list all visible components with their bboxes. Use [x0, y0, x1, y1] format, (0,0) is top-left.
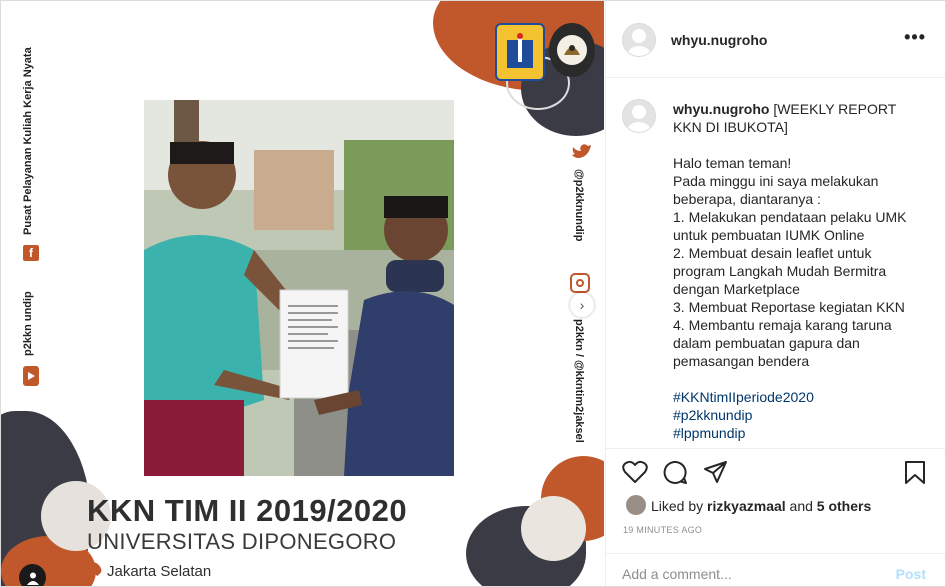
- caption-line: Pada minggu ini saya melakukan beberapa,…: [673, 173, 879, 207]
- comment-icon[interactable]: [663, 460, 688, 490]
- tagged-users-button[interactable]: [19, 564, 46, 586]
- post-username[interactable]: whyu.nugroho: [671, 32, 767, 48]
- headline: KKN TIM II 2019/2020: [87, 493, 408, 528]
- bottom-right-light-blob: [521, 496, 586, 561]
- timestamp[interactable]: 19 MINUTES AGO: [623, 525, 702, 535]
- caption-line: Halo teman teman!: [673, 155, 792, 171]
- undip-logo: [549, 23, 595, 77]
- youtube-icon: [23, 366, 39, 386]
- photo: [144, 100, 454, 476]
- more-options-icon[interactable]: •••: [904, 27, 926, 48]
- post-comment-button[interactable]: Post: [896, 566, 926, 582]
- liked-and: and: [789, 498, 813, 514]
- liked-by-prefix: Liked by: [651, 498, 704, 514]
- liked-by-user[interactable]: rizkyazmaal: [707, 498, 786, 514]
- subheadline: UNIVERSITAS DIPONEGORO: [87, 529, 397, 554]
- hashtag-link[interactable]: #KKNtimIIperiode2020: [673, 388, 923, 406]
- caption-username[interactable]: whyu.nugroho: [673, 101, 769, 117]
- location-text: Jakarta Selatan: [107, 563, 212, 580]
- liked-others[interactable]: 5 others: [817, 498, 871, 514]
- share-icon[interactable]: [703, 460, 728, 489]
- comment-input[interactable]: Add a comment...: [622, 566, 732, 582]
- right-vertical-text-2: p2kkn / @kkntim2jaksel: [573, 319, 585, 443]
- avatar[interactable]: [622, 23, 656, 57]
- jakarta-logo: [495, 23, 545, 81]
- caption-line: 4. Membantu remaja karang taruna dalam p…: [673, 317, 892, 369]
- like-heart-icon[interactable]: [622, 460, 648, 489]
- liker-avatar[interactable]: [626, 495, 646, 515]
- save-bookmark-icon[interactable]: [904, 460, 926, 490]
- post-modal: Pusat Pelayanan Kuliah Kerja Nyata f p2k…: [0, 0, 946, 587]
- next-slide-button[interactable]: ›: [570, 293, 594, 317]
- caption-line: 2. Membuat desain leaflet untuk program …: [673, 245, 887, 297]
- caption-avatar[interactable]: [622, 99, 656, 133]
- caption-line: 1. Melakukan pendataan pelaku UMK untuk …: [673, 209, 907, 243]
- liked-by-text: Liked by rizkyazmaal and 5 others: [651, 498, 871, 514]
- left-vertical-text-1: Pusat Pelayanan Kuliah Kerja Nyata: [22, 47, 34, 235]
- hashtag-link[interactable]: #p2kknundip: [673, 406, 923, 424]
- caption: whyu.nugroho [WEEKLY REPORT KKN DI IBUKO…: [673, 100, 923, 442]
- post-side-panel: whyu.nugroho ••• whyu.nugroho [WEEKLY RE…: [605, 1, 945, 586]
- post-header: whyu.nugroho •••: [606, 1, 945, 78]
- facebook-icon: f: [23, 245, 39, 261]
- post-image[interactable]: Pusat Pelayanan Kuliah Kerja Nyata f p2k…: [1, 1, 604, 586]
- twitter-icon: [570, 141, 592, 163]
- hashtag-link[interactable]: #lppmundip: [673, 424, 923, 442]
- caption-line: 3. Membuat Reportase kegiatan KKN: [673, 299, 905, 315]
- left-vertical-text-2: p2kkn undip: [22, 291, 34, 356]
- instagram-logo-icon: [570, 273, 590, 293]
- right-vertical-text-1: @p2kknundip: [573, 169, 585, 242]
